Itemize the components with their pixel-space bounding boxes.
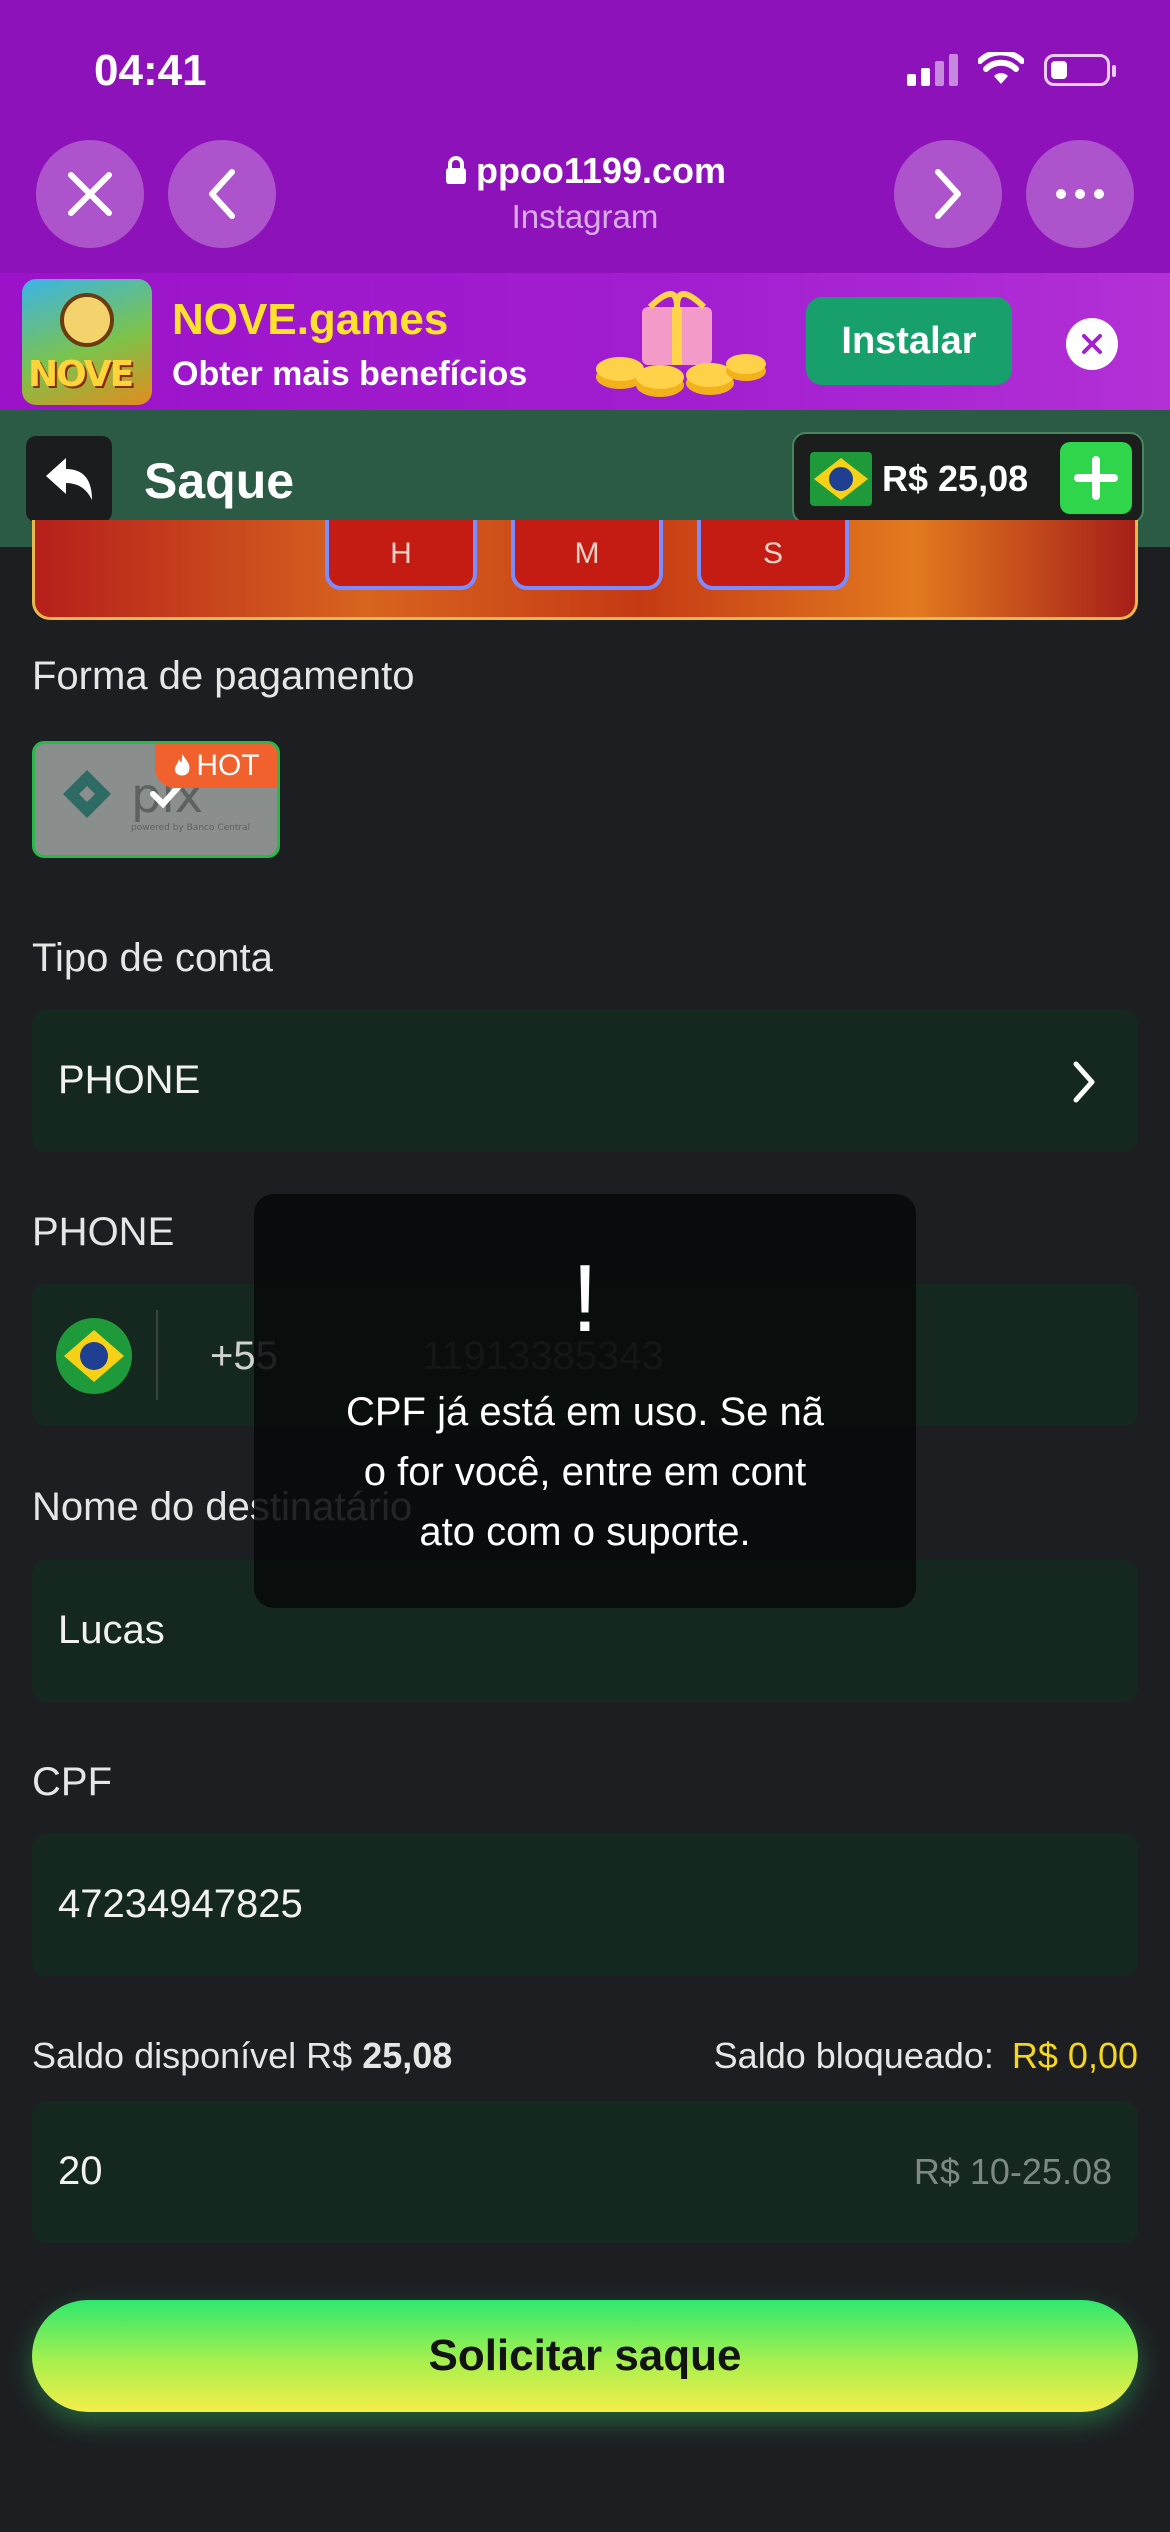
lock-icon (445, 156, 466, 184)
close-banner-button[interactable] (1066, 318, 1118, 370)
strip-cell: S (697, 520, 849, 590)
browser-back-button[interactable] (168, 140, 276, 248)
chevron-right-icon (935, 169, 961, 219)
close-browser-button[interactable] (36, 140, 144, 248)
request-withdrawal-button[interactable]: Solicitar saque (32, 2300, 1138, 2412)
cpf-label: CPF (32, 1760, 112, 1804)
brazil-flag-icon (810, 452, 872, 506)
toast-message: CPF já está em uso. Se nã o for você, en… (345, 1390, 824, 1554)
signal-icon (907, 52, 958, 86)
wifi-icon (978, 52, 1024, 84)
amount-field[interactable]: 20 R$ 10-25.08 (32, 2101, 1138, 2243)
balance-amount: R$ 25,08 (882, 458, 1029, 499)
error-toast: ! CPF já está em uso. Se nã o for você, … (254, 1194, 916, 1608)
battery-icon (1044, 54, 1116, 86)
payment-method-label: Forma de pagamento (32, 654, 415, 698)
plus-icon (1074, 456, 1118, 500)
phone-label: PHONE (32, 1210, 175, 1254)
alert-icon: ! (571, 1245, 599, 1352)
deposit-plus-button[interactable] (1060, 442, 1132, 514)
strip-cell: H (325, 520, 477, 590)
status-time: 04:41 (94, 46, 207, 95)
flame-icon (175, 754, 190, 776)
ad-subtitle: Obter mais benefícios (172, 355, 528, 393)
app-logo: NOVE (22, 279, 152, 405)
page-title: Saque (144, 453, 295, 509)
chevron-right-icon (1073, 1061, 1095, 1103)
install-button[interactable]: Instalar (806, 297, 1012, 385)
browser-forward-button[interactable] (894, 140, 1002, 248)
close-icon (1082, 334, 1102, 354)
hot-badge: HOT (155, 744, 277, 788)
account-type-label: Tipo de conta (32, 936, 273, 980)
address-bar[interactable]: ppoo1199.com Instagram (300, 150, 870, 236)
cpf-field[interactable]: 47234947825 (32, 1834, 1138, 1976)
recipient-value: Lucas (58, 1608, 165, 1652)
cpf-value: 47234947825 (58, 1882, 303, 1926)
more-dots-icon (1056, 189, 1104, 199)
back-button[interactable] (26, 436, 112, 522)
status-icons (907, 52, 1116, 86)
promo-strip: H M S (32, 520, 1138, 620)
balance-widget: R$ 25,08 (792, 432, 1144, 524)
url-domain: ppoo1199.com (475, 150, 727, 191)
url-source: Instagram (511, 198, 659, 235)
url-text: ppoo1199.com (300, 150, 870, 192)
account-type-select[interactable]: PHONE (32, 1010, 1138, 1152)
browser-more-button[interactable] (1026, 140, 1134, 248)
svg-text:powered by Banco Central: powered by Banco Central (131, 823, 250, 833)
close-icon (68, 172, 112, 216)
strip-cell: M (511, 520, 663, 590)
amount-range-hint: R$ 10-25.08 (913, 2151, 1112, 2192)
gift-coins-icon (596, 291, 766, 397)
ad-title: NOVE.games (172, 295, 449, 344)
amount-value: 20 (58, 2149, 103, 2193)
available-balance: Saldo disponível R$ 25,08 (32, 2035, 453, 2076)
account-type-value: PHONE (58, 1058, 201, 1102)
brazil-flag-icon (56, 1318, 132, 1394)
pix-payment-option[interactable]: pix powered by Banco Central HOT (32, 741, 280, 858)
chevron-left-icon (209, 169, 235, 219)
browser-top-bar: 04:41 ppoo1199.com Instagram (0, 0, 1170, 273)
divider (156, 1310, 158, 1400)
install-app-banner: NOVE NOVE.games Obter mais benefícios In… (0, 273, 1170, 410)
back-arrow-icon (46, 458, 92, 500)
blocked-balance: Saldo bloqueado: R$ 0,00 (713, 2035, 1138, 2076)
